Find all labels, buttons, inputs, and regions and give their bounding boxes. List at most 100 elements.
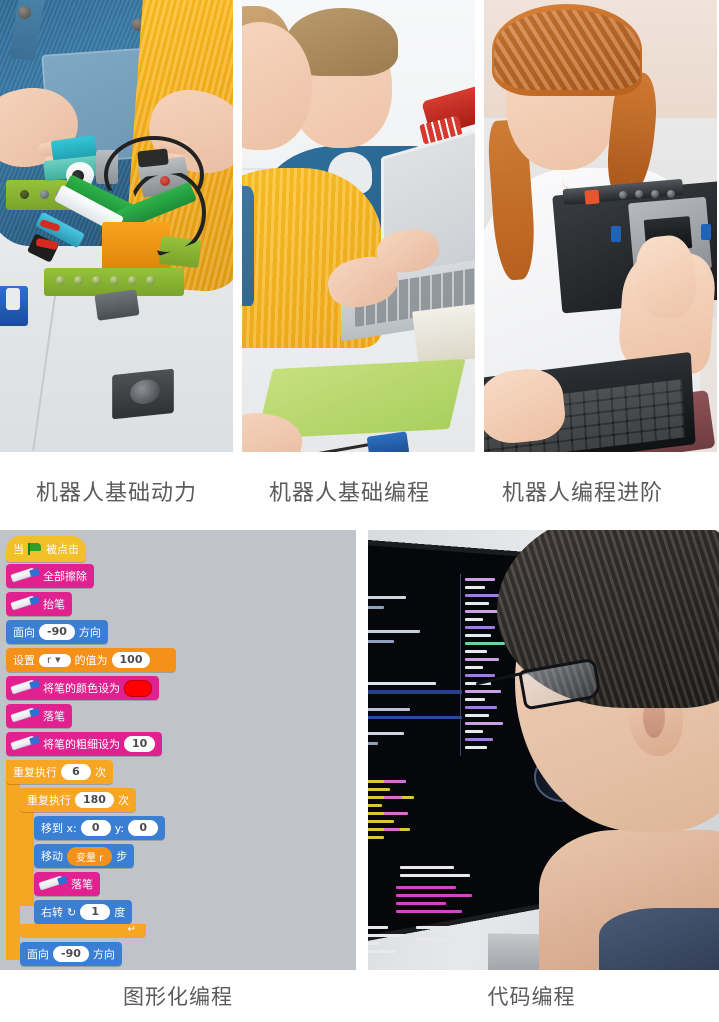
- chevron-down-icon: ▼: [55, 655, 61, 664]
- robot-hole: [635, 190, 643, 198]
- pen-icon: [9, 567, 40, 584]
- lego-white-part: [6, 288, 20, 310]
- block-text: 移动: [41, 850, 63, 863]
- block-text: 的值为: [74, 654, 108, 667]
- block-pen-down[interactable]: 落笔: [6, 704, 72, 728]
- pen-icon: [9, 595, 40, 612]
- block-point-in-direction[interactable]: 面向 -90 方向: [20, 942, 122, 966]
- block-text: 次: [117, 794, 129, 807]
- block-text: 将笔的颜色设为: [43, 682, 120, 695]
- lego-stud: [110, 276, 119, 285]
- girl-overall: [242, 186, 254, 306]
- block-text: 移到 x:: [41, 822, 77, 835]
- block-move-steps[interactable]: 移动 变量 r 步: [34, 844, 135, 868]
- loop-outer-arm: [6, 760, 20, 960]
- glasses-icon: [475, 657, 602, 711]
- block-erase-all[interactable]: 全部擦除: [6, 564, 94, 588]
- loop-inner-foot: ↵: [20, 924, 146, 938]
- block-repeat-outer[interactable]: 重复执行 6 次: [6, 760, 113, 784]
- lego-stud: [146, 276, 155, 285]
- pen-icon: [9, 707, 40, 724]
- pen-size-input[interactable]: 10: [124, 736, 156, 752]
- block-text: 抬笔: [43, 598, 65, 611]
- block-pen-up[interactable]: 抬笔: [6, 592, 72, 616]
- y-input[interactable]: 0: [128, 820, 159, 836]
- girl-braid: [494, 10, 640, 90]
- lego-stud: [40, 190, 49, 199]
- pen-icon: [37, 875, 68, 892]
- grid-gap: [233, 0, 242, 452]
- notebook: [412, 300, 475, 366]
- course-card-robot-advanced-programming[interactable]: [484, 0, 717, 452]
- variable-dropdown[interactable]: r ▼: [39, 653, 71, 667]
- scratch-canvas[interactable]: 当 被点击 全部擦除 抬笔 面向 -90 方向 设置 r ▼ 的值为 100 将…: [0, 530, 356, 970]
- course-card-robot-basic-programming[interactable]: [242, 0, 475, 452]
- strap-button: [18, 6, 31, 19]
- block-text: y:: [114, 821, 125, 835]
- lego-stud: [74, 276, 83, 285]
- green-flag-icon: [28, 543, 42, 555]
- direction-input[interactable]: -90: [39, 624, 75, 640]
- course-card-robot-basic-power[interactable]: [0, 0, 233, 452]
- direction-input[interactable]: -90: [53, 946, 89, 962]
- lego-stud: [92, 276, 101, 285]
- block-repeat-inner[interactable]: 重复执行 180 次: [20, 788, 136, 812]
- clockwise-icon: ↻: [67, 905, 77, 919]
- terminal-pane-yellow: [368, 774, 460, 850]
- block-pen-down[interactable]: 落笔: [34, 872, 100, 896]
- block-set-variable[interactable]: 设置 r ▼ 的值为 100: [6, 648, 176, 672]
- course-label-robot-basic-programming: 机器人基础编程: [268, 481, 430, 506]
- degrees-input[interactable]: 1: [80, 904, 111, 920]
- gear-icon: [130, 378, 160, 406]
- repeat-count-input[interactable]: 6: [61, 764, 91, 780]
- robot-blue-pin: [611, 226, 621, 242]
- variable-reporter[interactable]: 变量 r: [67, 846, 113, 866]
- course-row-2: 当 被点击 全部擦除 抬笔 面向 -90 方向 设置 r ▼ 的值为 100 将…: [0, 530, 719, 970]
- block-go-to-xy[interactable]: 移到 x: 0 y: 0: [34, 816, 166, 840]
- block-text: 落笔: [71, 878, 93, 891]
- course-card-graphical-programming[interactable]: 当 被点击 全部擦除 抬笔 面向 -90 方向 设置 r ▼ 的值为 100 将…: [0, 530, 356, 970]
- person-shirt: [599, 908, 719, 970]
- course-label-robot-basic-power: 机器人基础动力: [35, 481, 197, 506]
- x-input[interactable]: 0: [80, 820, 111, 836]
- robot-orange-part: [584, 189, 600, 205]
- pen-icon: [9, 735, 40, 752]
- block-when-flag-clicked[interactable]: 当 被点击: [6, 536, 86, 562]
- block-text: 步: [116, 850, 128, 863]
- block-text: 落笔: [43, 710, 65, 723]
- course-card-code-programming[interactable]: [368, 530, 719, 970]
- block-text: 右转: [41, 906, 63, 919]
- course-row-1-captions: 机器人基础动力 机器人基础编程 机器人编程进阶: [0, 452, 719, 530]
- block-text: 次: [95, 766, 106, 779]
- repeat-count-input[interactable]: 180: [75, 792, 114, 808]
- block-text: 全部擦除: [43, 570, 87, 583]
- grid-gap: [475, 0, 484, 452]
- course-label-robot-advanced-programming: 机器人编程进阶: [501, 481, 663, 506]
- block-turn-right[interactable]: 右转 ↻ 1 度: [34, 900, 133, 924]
- block-text: 面向: [13, 626, 35, 639]
- block-text: 重复执行: [13, 766, 57, 779]
- code-pane-left: [368, 586, 462, 722]
- block-point-in-direction[interactable]: 面向 -90 方向: [6, 620, 108, 644]
- block-text: 被点击: [46, 543, 79, 556]
- block-text: 方向: [78, 626, 101, 639]
- value-input[interactable]: 100: [111, 652, 151, 668]
- color-swatch[interactable]: [124, 679, 152, 697]
- block-set-pen-size[interactable]: 将笔的粗细设为 10: [6, 732, 163, 756]
- block-text: 重复执行: [27, 794, 71, 807]
- block-text: 方向: [92, 948, 115, 961]
- block-text: 面向: [27, 948, 49, 961]
- block-text: 度: [114, 906, 126, 919]
- block-text: 当: [13, 543, 24, 556]
- lego-stud: [128, 276, 137, 285]
- code-pane-left-lower: [368, 726, 454, 766]
- grid-gap: [356, 530, 368, 970]
- gear-plate: [112, 368, 174, 420]
- course-row-1: [0, 0, 719, 452]
- block-text: 将笔的粗细设为: [43, 738, 120, 751]
- block-set-pen-color[interactable]: 将笔的颜色设为: [6, 676, 159, 700]
- lego-stud: [56, 276, 65, 285]
- robot-blue-pin: [701, 224, 711, 240]
- robot-hole: [619, 191, 627, 199]
- variable-name: r: [47, 654, 52, 666]
